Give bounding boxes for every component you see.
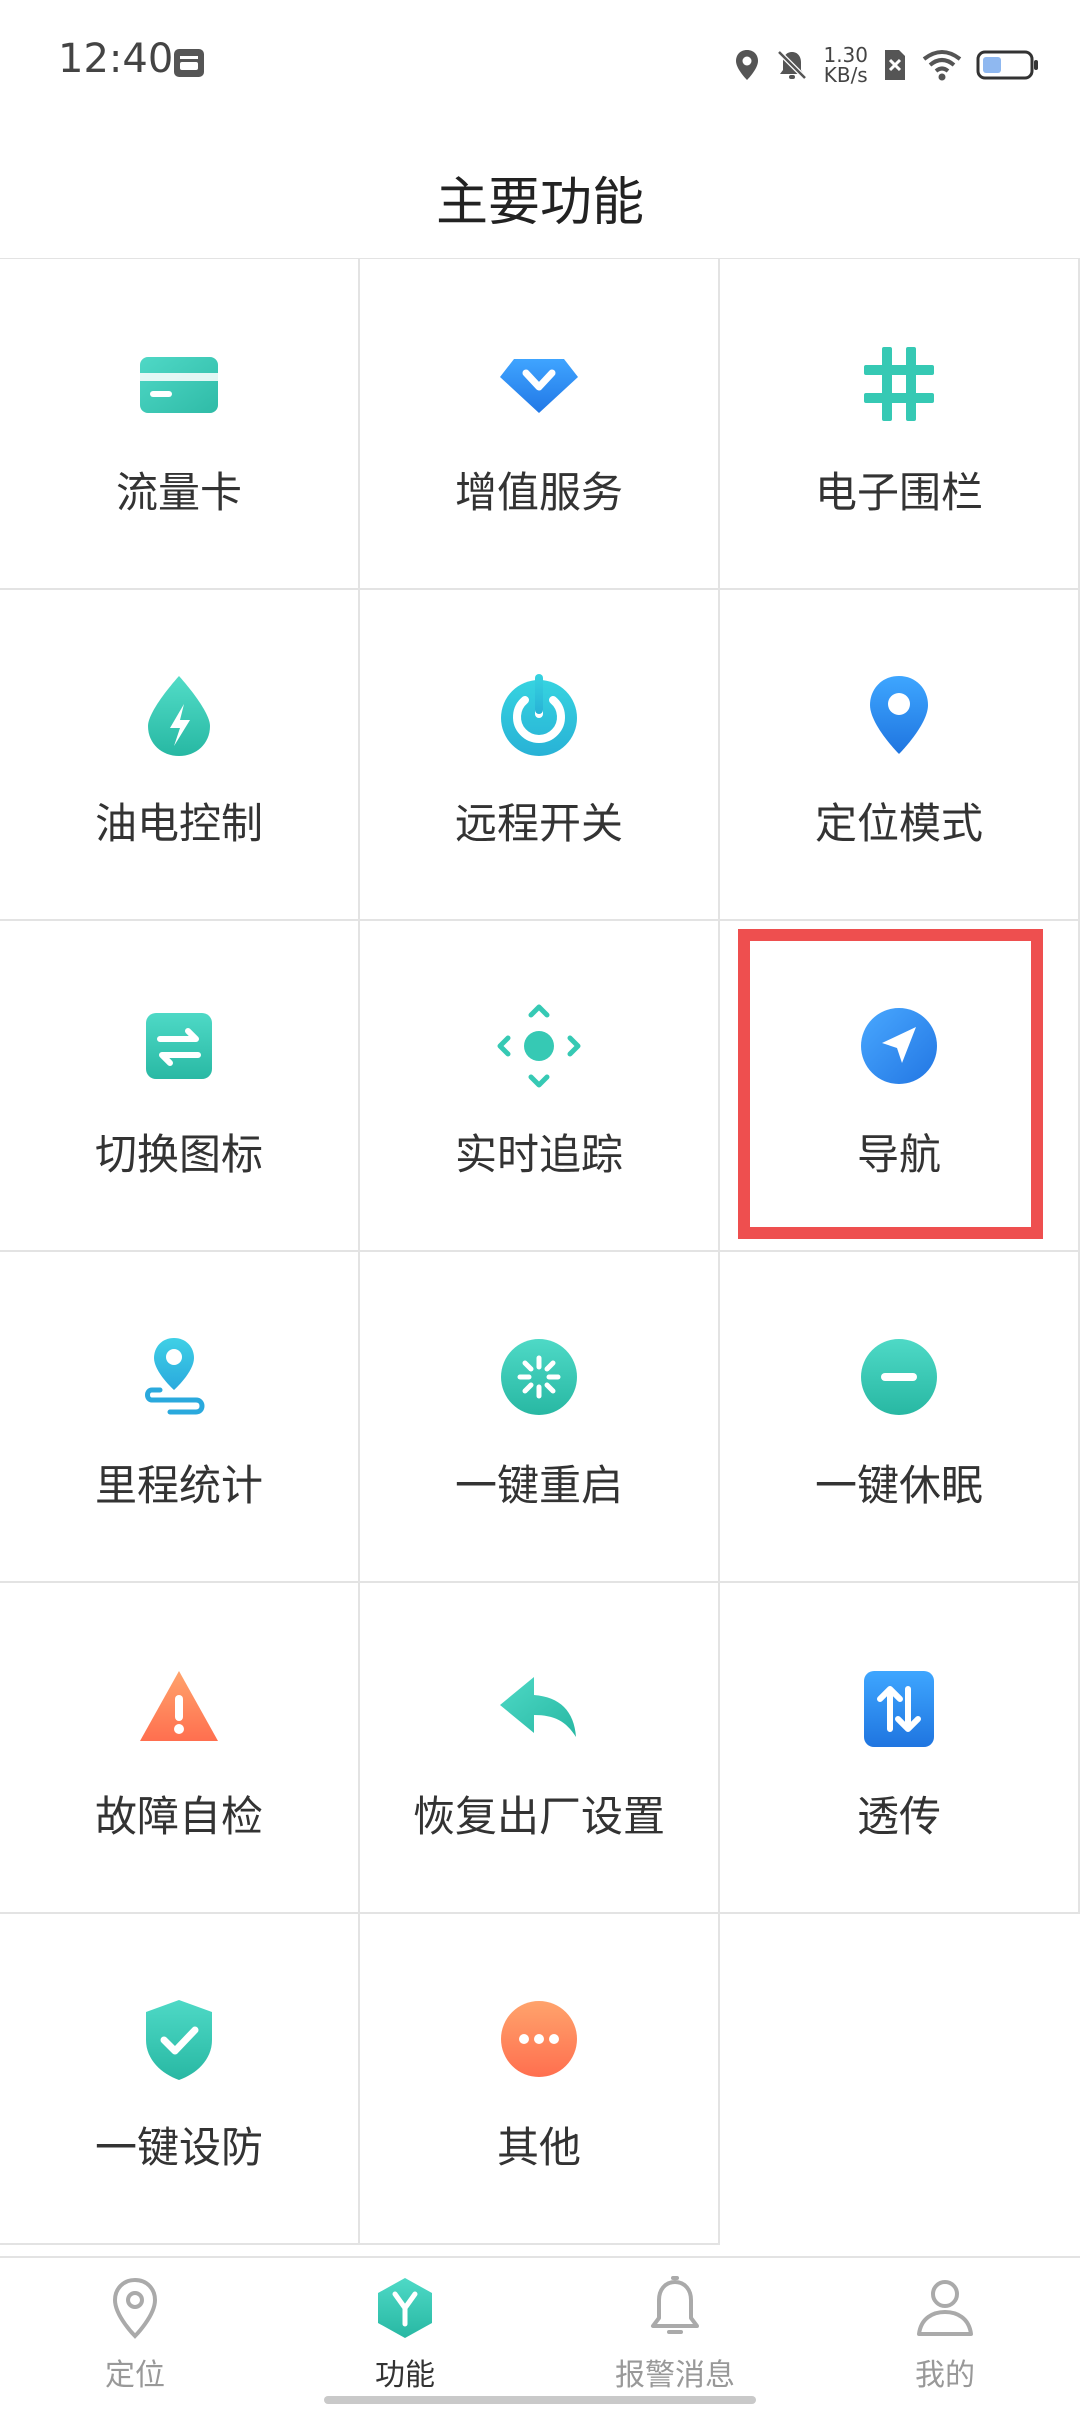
nav-item-alarm-messages[interactable]: 报警消息	[540, 2258, 810, 2410]
nav-item-mine[interactable]: 我的	[810, 2258, 1080, 2410]
grid-item-label: 里程统计	[94, 1461, 263, 1510]
warning-icon	[140, 1671, 218, 1741]
grid-item-label: 定位模式	[814, 799, 983, 848]
grid-item-label: 流量卡	[115, 468, 242, 517]
sim-card-icon	[140, 357, 218, 413]
grid-item-label: 故障自检	[94, 1792, 263, 1841]
header: 主要功能	[0, 130, 1080, 260]
status-time: 12:40	[58, 36, 174, 82]
grid-item-oil-electric-control[interactable]: 油电控制	[0, 590, 360, 921]
shield-check-icon	[146, 2000, 212, 2080]
network-speed: 1.30 KB/s	[823, 45, 868, 85]
mileage-icon	[145, 1338, 205, 1415]
grid-item-label: 油电控制	[94, 799, 263, 848]
nav-label: 定位	[105, 2358, 165, 2393]
grid-item-label: 一键休眠	[814, 1461, 983, 1510]
grid-item-one-key-sleep[interactable]: 一键休眠	[720, 1252, 1080, 1583]
user-icon	[917, 2280, 973, 2336]
grid-item-label: 一键重启	[454, 1461, 623, 1510]
highlight-box	[738, 929, 1043, 1239]
grid-item-label: 增值服务	[454, 468, 623, 517]
grid-item-label: 远程开关	[454, 799, 623, 848]
grid-item-fault-self-check[interactable]: 故障自检	[0, 1583, 360, 1914]
grid-item-remote-switch[interactable]: 远程开关	[360, 590, 720, 921]
transfer-icon	[864, 1671, 934, 1747]
grid-item-label: 一键设防	[94, 2123, 263, 2172]
reset-icon	[500, 1677, 576, 1737]
nav-label: 报警消息	[615, 2358, 735, 2393]
function-icon	[378, 2278, 432, 2338]
grid-item-label: 实时追踪	[454, 1130, 623, 1179]
network-speed-unit: KB/s	[823, 63, 868, 87]
page-title: 主要功能	[435, 173, 644, 233]
grid-item-others[interactable]: 其他	[360, 1914, 720, 2245]
status-bar: 12:40 1.30 KB/s	[0, 0, 1080, 130]
bottom-nav: 定位 功能 报警消息 我的	[0, 2256, 1080, 2410]
grid-item-label: 透传	[856, 1792, 941, 1841]
grid-item-realtime-tracking[interactable]: 实时追踪	[360, 921, 720, 1252]
tracking-icon	[497, 1004, 581, 1088]
grid-item-value-added-service[interactable]: 增值服务	[360, 259, 720, 590]
nav-label: 我的	[915, 2358, 975, 2393]
nav-item-functions[interactable]: 功能	[270, 2258, 540, 2410]
power-icon	[501, 674, 577, 756]
nav-label: 功能	[375, 2358, 435, 2393]
grid-item-data-card[interactable]: 流量卡	[0, 259, 360, 590]
switch-icon	[146, 1013, 212, 1079]
wifi-icon	[922, 50, 962, 81]
grid-item-one-key-restart[interactable]: 一键重启	[360, 1252, 720, 1583]
nav-item-location[interactable]: 定位	[0, 2258, 270, 2410]
grid-item-label: 切换图标	[94, 1130, 263, 1179]
restart-icon	[501, 1339, 577, 1415]
home-indicator[interactable]	[324, 2396, 756, 2404]
bell-icon	[651, 2276, 699, 2334]
grid-item-mileage-stats[interactable]: 里程统计	[0, 1252, 360, 1583]
sim-x-icon	[885, 50, 905, 80]
notification-app-icon	[174, 49, 204, 77]
location-status-icon	[736, 50, 759, 80]
grid-item-one-key-arm[interactable]: 一键设防	[0, 1914, 360, 2245]
oil-electric-icon	[148, 676, 210, 756]
status-icons: 1.30 KB/s	[733, 40, 1040, 90]
grid-item-label: 恢复出厂设置	[412, 1792, 665, 1841]
grid-item-switch-icon[interactable]: 切换图标	[0, 921, 360, 1252]
grid-item-transparent-transfer[interactable]: 透传	[720, 1583, 1080, 1914]
diamond-icon	[500, 359, 578, 413]
more-icon	[501, 2001, 577, 2077]
grid-item-geo-fence[interactable]: 电子围栏	[720, 259, 1080, 590]
grid-item-location-mode[interactable]: 定位模式	[720, 590, 1080, 921]
battery-icon	[976, 50, 1038, 80]
grid-item-label: 其他	[496, 2123, 581, 2172]
sleep-icon	[861, 1339, 937, 1415]
location-icon	[112, 2277, 158, 2339]
mute-bell-icon	[777, 50, 808, 80]
grid-item-label: 电子围栏	[814, 468, 983, 517]
fence-icon	[864, 347, 934, 421]
network-speed-value: 1.30	[823, 43, 868, 67]
location-pin-icon	[870, 676, 928, 754]
grid-item-factory-reset[interactable]: 恢复出厂设置	[360, 1583, 720, 1914]
